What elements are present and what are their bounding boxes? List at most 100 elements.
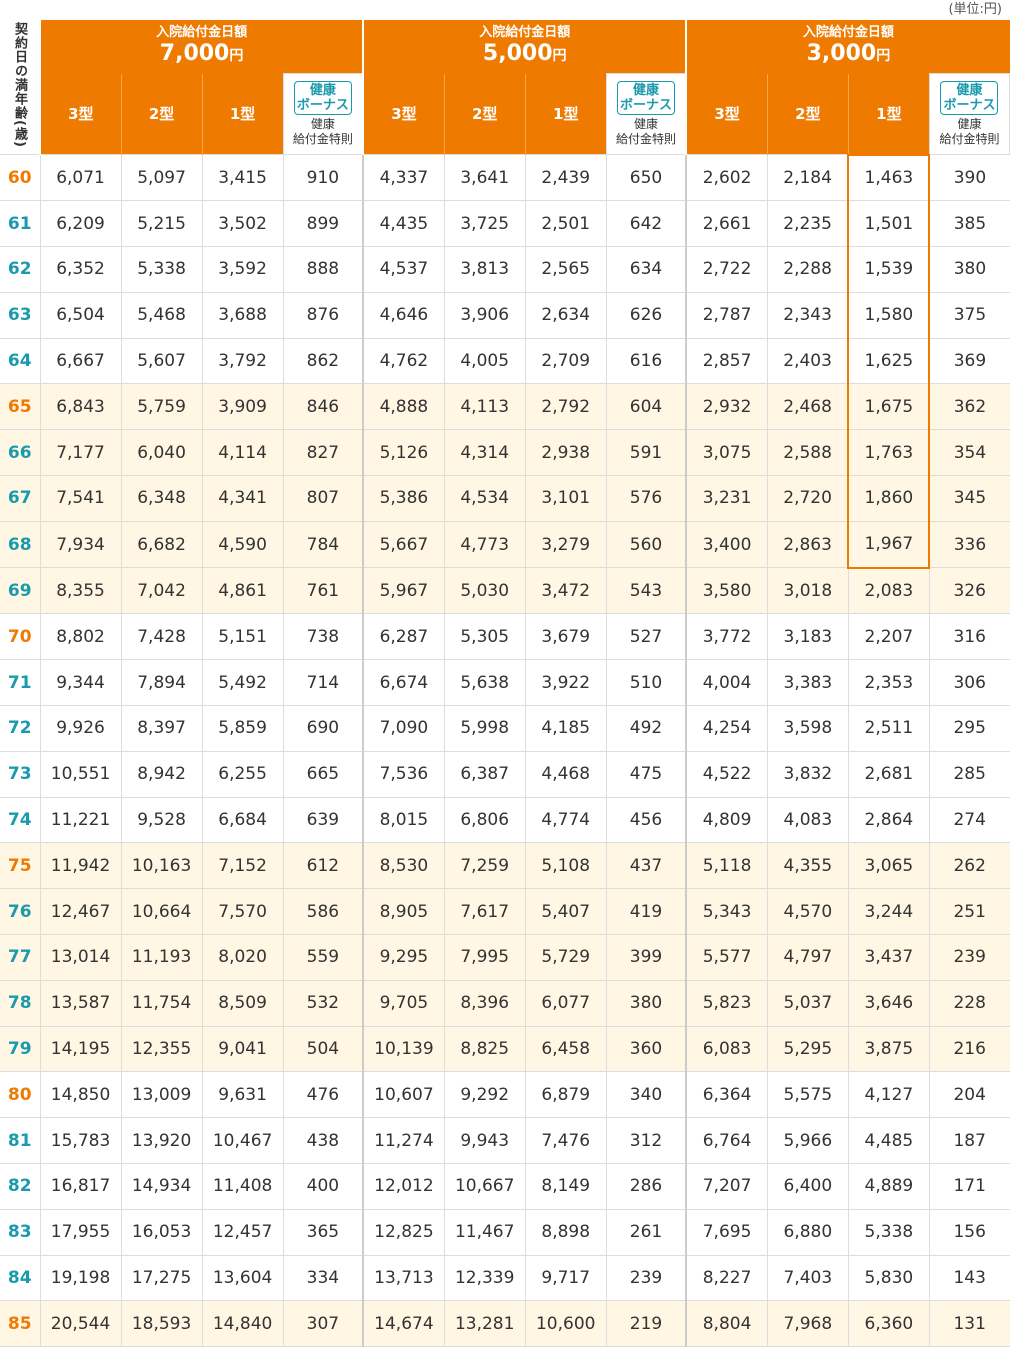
type-header: 3型	[362, 73, 445, 155]
value-cell: 5,492	[201, 659, 284, 706]
value-cell: 2,083	[847, 567, 930, 614]
value-cell: 2,661	[685, 200, 768, 247]
value-cell: 262	[928, 842, 1010, 889]
value-cell: 761	[282, 567, 364, 614]
value-cell: 738	[282, 613, 364, 660]
group-header-row: 契約日の満年齢(歳) 入院給付金日額 7,000円 入院給付金日額 5,000円…	[0, 20, 1010, 155]
age-cell: 80	[0, 1071, 41, 1118]
table-row: 66 7,177 6,040 4,114 827 5,126 4,314 2,938 591 3,…	[0, 429, 1010, 476]
value-cell: 6,387	[443, 750, 526, 798]
value-cell: 12,457	[201, 1208, 284, 1256]
value-cell: 7,177	[39, 429, 122, 476]
value-cell: 899	[282, 200, 364, 247]
type-header: 1型	[524, 73, 607, 155]
value-cell: 336	[928, 520, 1010, 568]
age-cell: 83	[0, 1208, 41, 1256]
value-cell: 3,641	[443, 153, 526, 201]
value-cell: 6,348	[120, 475, 203, 522]
table-row: 84 19,198 17,275 13,604 334 13,713 12,339 9,717…	[0, 1254, 1010, 1301]
value-cell: 5,729	[524, 934, 607, 981]
value-cell: 3,792	[201, 337, 284, 384]
table-row: 78 13,587 11,754 8,509 532 9,705 8,396 6,077 380…	[0, 979, 1010, 1027]
value-cell: 17,955	[39, 1208, 122, 1256]
value-cell: 14,840	[201, 1300, 284, 1347]
value-cell: 20,544	[39, 1300, 122, 1347]
table-row: 70 8,802 7,428 5,151 738 6,287 5,305 3,679 527 3,…	[0, 613, 1010, 660]
value-cell: 4,774	[524, 796, 607, 843]
value-cell: 4,185	[524, 705, 607, 752]
value-cell: 634	[605, 246, 687, 293]
value-cell: 3,244	[847, 888, 930, 935]
table-row: 72 9,926 8,397 5,859 690 7,090 5,998 4,185 492 4,…	[0, 705, 1010, 752]
value-cell: 7,894	[120, 659, 203, 706]
value-cell: 1,860	[847, 475, 931, 522]
age-cell: 82	[0, 1163, 41, 1210]
value-cell: 3,813	[443, 246, 526, 293]
value-cell: 626	[605, 291, 687, 339]
table-row: 80 14,850 13,009 9,631 476 10,607 9,292 6,879 34…	[0, 1071, 1010, 1118]
value-cell: 2,353	[847, 659, 930, 706]
value-cell: 8,149	[524, 1163, 607, 1210]
value-cell: 5,338	[847, 1208, 930, 1256]
type-header: 1型	[201, 73, 284, 155]
value-cell: 11,467	[443, 1208, 526, 1256]
value-cell: 10,551	[39, 750, 122, 798]
bonus-header: 健康 ボーナス 健康 給付金特則	[928, 73, 1010, 155]
value-cell: 7,695	[685, 1208, 768, 1256]
value-cell: 2,792	[524, 383, 607, 430]
table-row: 83 17,955 16,053 12,457 365 12,825 11,467 8,898…	[0, 1208, 1010, 1256]
value-cell: 2,722	[685, 246, 768, 293]
value-cell: 5,607	[120, 337, 203, 384]
value-cell: 365	[282, 1208, 364, 1256]
type-header: 2型	[766, 73, 849, 155]
value-cell: 437	[605, 842, 687, 889]
value-cell: 8,020	[201, 934, 284, 981]
value-cell: 5,030	[443, 567, 526, 614]
table-row: 76 12,467 10,664 7,570 586 8,905 7,617 5,407 419…	[0, 888, 1010, 935]
value-cell: 10,667	[443, 1163, 526, 1210]
value-cell: 510	[605, 659, 687, 706]
type-header: 2型	[443, 73, 526, 155]
type-header: 3型	[39, 73, 122, 155]
age-cell: 75	[0, 842, 41, 889]
value-cell: 784	[282, 520, 364, 568]
value-cell: 3,679	[524, 613, 607, 660]
value-cell: 8,802	[39, 613, 122, 660]
value-cell: 476	[282, 1071, 364, 1118]
value-cell: 4,646	[362, 291, 445, 339]
value-cell: 7,476	[524, 1117, 607, 1164]
age-cell: 72	[0, 705, 41, 752]
value-cell: 400	[282, 1163, 364, 1210]
value-cell: 16,053	[120, 1208, 203, 1256]
value-cell: 2,681	[847, 750, 930, 798]
value-cell: 6,684	[201, 796, 284, 843]
value-cell: 846	[282, 383, 364, 430]
value-cell: 312	[605, 1117, 687, 1164]
value-cell: 131	[928, 1300, 1010, 1347]
value-cell: 6,287	[362, 613, 445, 660]
value-cell: 6,879	[524, 1071, 607, 1118]
value-cell: 16,817	[39, 1163, 122, 1210]
value-cell: 4,004	[685, 659, 768, 706]
value-cell: 4,341	[201, 475, 284, 522]
value-cell: 5,638	[443, 659, 526, 706]
value-cell: 7,403	[766, 1254, 849, 1301]
value-cell: 4,762	[362, 337, 445, 384]
value-cell: 228	[928, 979, 1010, 1027]
value-cell: 6,209	[39, 200, 122, 247]
value-cell: 4,809	[685, 796, 768, 843]
group-header-7000: 入院給付金日額 7,000円	[39, 20, 364, 74]
value-cell: 5,305	[443, 613, 526, 660]
bonus-sub-label: 健康 給付金特則	[616, 117, 677, 146]
value-cell: 5,108	[524, 842, 607, 889]
value-cell: 12,825	[362, 1208, 445, 1256]
value-cell: 7,536	[362, 750, 445, 798]
value-cell: 559	[282, 934, 364, 981]
value-cell: 2,787	[685, 291, 768, 339]
value-cell: 3,231	[685, 475, 768, 522]
value-cell: 7,042	[120, 567, 203, 614]
table-row: 82 16,817 14,934 11,408 400 12,012 10,667 8,149…	[0, 1163, 1010, 1210]
value-cell: 2,857	[685, 337, 768, 384]
age-cell: 74	[0, 796, 41, 843]
value-cell: 6,843	[39, 383, 122, 430]
